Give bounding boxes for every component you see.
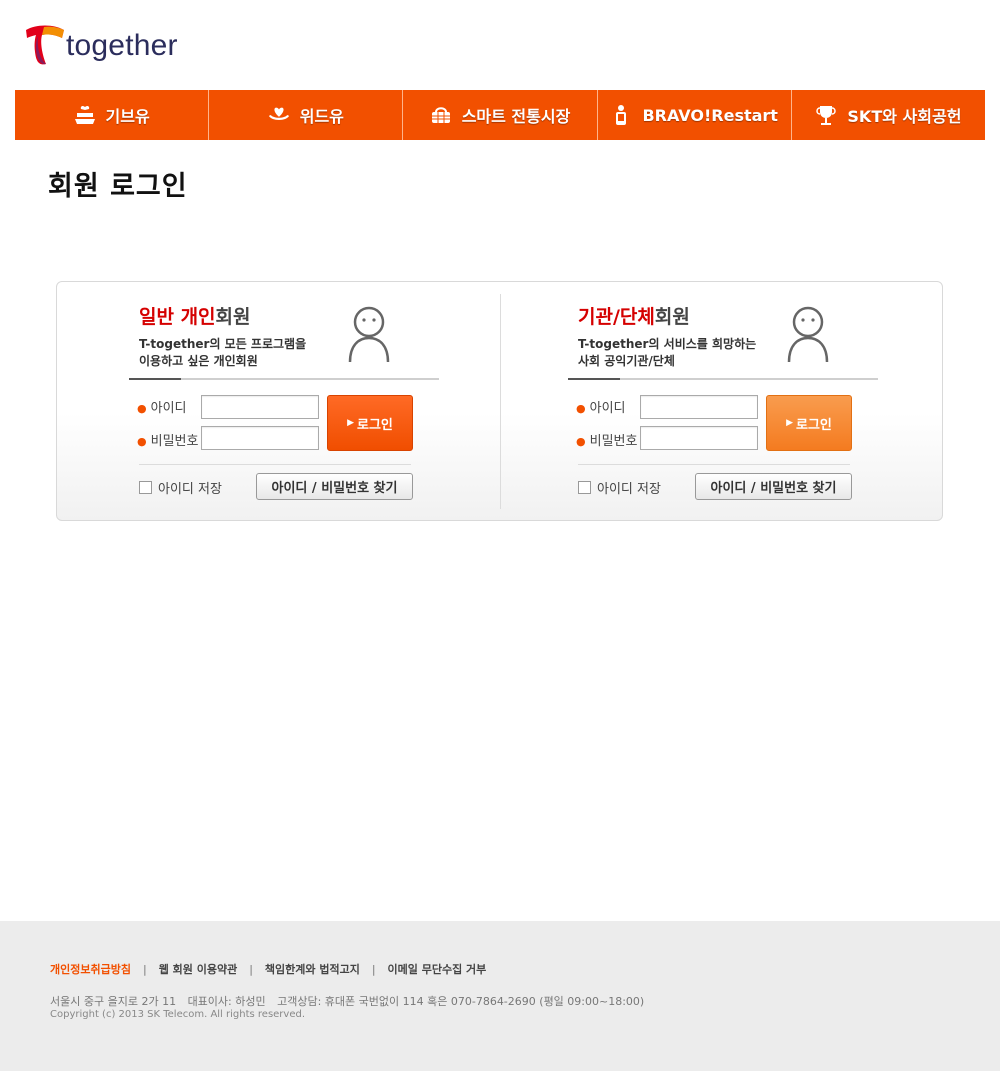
personal-login-panel: 일반 개인회원 T-together의 모든 프로그램을 이용하고 싶은 개인회…	[129, 282, 459, 520]
login-box: 일반 개인회원 T-together의 모든 프로그램을 이용하고 싶은 개인회…	[56, 281, 943, 521]
panel-heading: 기관/단체회원	[578, 306, 690, 328]
ceo-name: 대표이사: 하성민	[187, 995, 266, 1008]
t-logo-icon	[26, 25, 64, 65]
nav-item-give-you[interactable]: 기브유	[15, 90, 210, 140]
group-login-button[interactable]: ▶ 로그인	[766, 395, 852, 451]
find-id-password-button[interactable]: 아이디 / 비밀번호 찾기	[695, 473, 852, 500]
panel-divider	[500, 294, 501, 509]
group-login-panel: 기관/단체회원 T-together의 서비스를 희망하는 사회 공익기관/단체…	[568, 282, 898, 520]
copyright: Copyright (c) 2013 SK Telecom. All right…	[50, 1009, 306, 1020]
panel-heading: 일반 개인회원	[139, 306, 251, 328]
personal-password-input[interactable]	[201, 426, 319, 450]
id-label: ● 아이디	[576, 401, 626, 416]
checkbox-icon[interactable]	[139, 481, 152, 494]
company-address: 서울시 중구 을지로 2가 11	[50, 995, 177, 1008]
gift-icon	[74, 104, 96, 126]
basket-icon	[430, 104, 452, 126]
footer-links: 개인정보취급방침 | 웹 회원 이용약관 | 책임한계와 법적고지 | 이메일 …	[50, 961, 486, 977]
play-icon: ▶	[786, 418, 794, 428]
nav-item-bravo-restart[interactable]: BRAVO!Restart	[598, 90, 792, 140]
group-id-input[interactable]	[640, 395, 758, 419]
person-phone-icon	[610, 104, 632, 126]
logo-text: together	[66, 29, 178, 62]
footer-link-legal-notice[interactable]: 책임한계와 법적고지	[265, 961, 360, 977]
person-icon	[787, 306, 829, 363]
save-id-checkbox[interactable]: 아이디 저장	[578, 478, 661, 497]
nav-label: 위드유	[299, 107, 344, 126]
footer-link-terms[interactable]: 웹 회원 이용약관	[159, 961, 238, 977]
panel-description: T-together의 서비스를 희망하는 사회 공익기관/단체	[578, 337, 757, 368]
hands-heart-icon	[268, 104, 290, 126]
nav-label: SKT와 사회공헌	[847, 107, 962, 126]
nav-item-skt-csr[interactable]: SKT와 사회공헌	[792, 90, 985, 140]
heading-divider	[568, 378, 878, 380]
customer-support: 고객상담: 휴대폰 국번없이 114 혹은 070-7864-2690 (평일 …	[277, 995, 645, 1008]
find-id-password-button[interactable]: 아이디 / 비밀번호 찾기	[256, 473, 413, 500]
divider	[578, 464, 850, 465]
footer-link-privacy-policy[interactable]: 개인정보취급방침	[50, 961, 131, 977]
person-icon	[348, 306, 390, 363]
nav-item-smart-market[interactable]: 스마트 전통시장	[403, 90, 598, 140]
save-id-checkbox[interactable]: 아이디 저장	[139, 478, 222, 497]
nav-label: 스마트 전통시장	[461, 107, 571, 126]
footer: 개인정보취급방침 | 웹 회원 이용약관 | 책임한계와 법적고지 | 이메일 …	[0, 921, 1000, 1071]
personal-login-button[interactable]: ▶ 로그인	[327, 395, 413, 451]
trophy-icon	[815, 104, 837, 126]
group-password-input[interactable]	[640, 426, 758, 450]
page-title: 회원 로그인	[48, 171, 188, 202]
footer-address: 서울시 중구 을지로 2가 11 대표이사: 하성민 고객상담: 휴대폰 국번없…	[50, 993, 652, 1009]
site-logo[interactable]: together	[24, 24, 178, 68]
main-nav: 기브유 위드유 스마트 전통시장 BRAVO!Restart SKT와 사회공헌	[15, 90, 985, 140]
checkbox-icon[interactable]	[578, 481, 591, 494]
play-icon: ▶	[347, 418, 355, 428]
separator: |	[371, 962, 376, 976]
password-label: ● 비밀번호	[137, 434, 199, 449]
separator: |	[249, 962, 253, 976]
divider	[139, 464, 411, 465]
nav-label: BRAVO!Restart	[642, 105, 778, 125]
id-label: ● 아이디	[137, 401, 187, 416]
password-label: ● 비밀번호	[576, 434, 638, 449]
personal-id-input[interactable]	[201, 395, 319, 419]
nav-label: 기브유	[105, 107, 150, 126]
nav-item-with-you[interactable]: 위드유	[209, 90, 404, 140]
panel-description: T-together의 모든 프로그램을 이용하고 싶은 개인회원	[139, 337, 307, 368]
heading-divider	[129, 378, 439, 380]
footer-link-email-refusal[interactable]: 이메일 무단수집 거부	[388, 961, 487, 977]
separator: |	[142, 962, 147, 976]
